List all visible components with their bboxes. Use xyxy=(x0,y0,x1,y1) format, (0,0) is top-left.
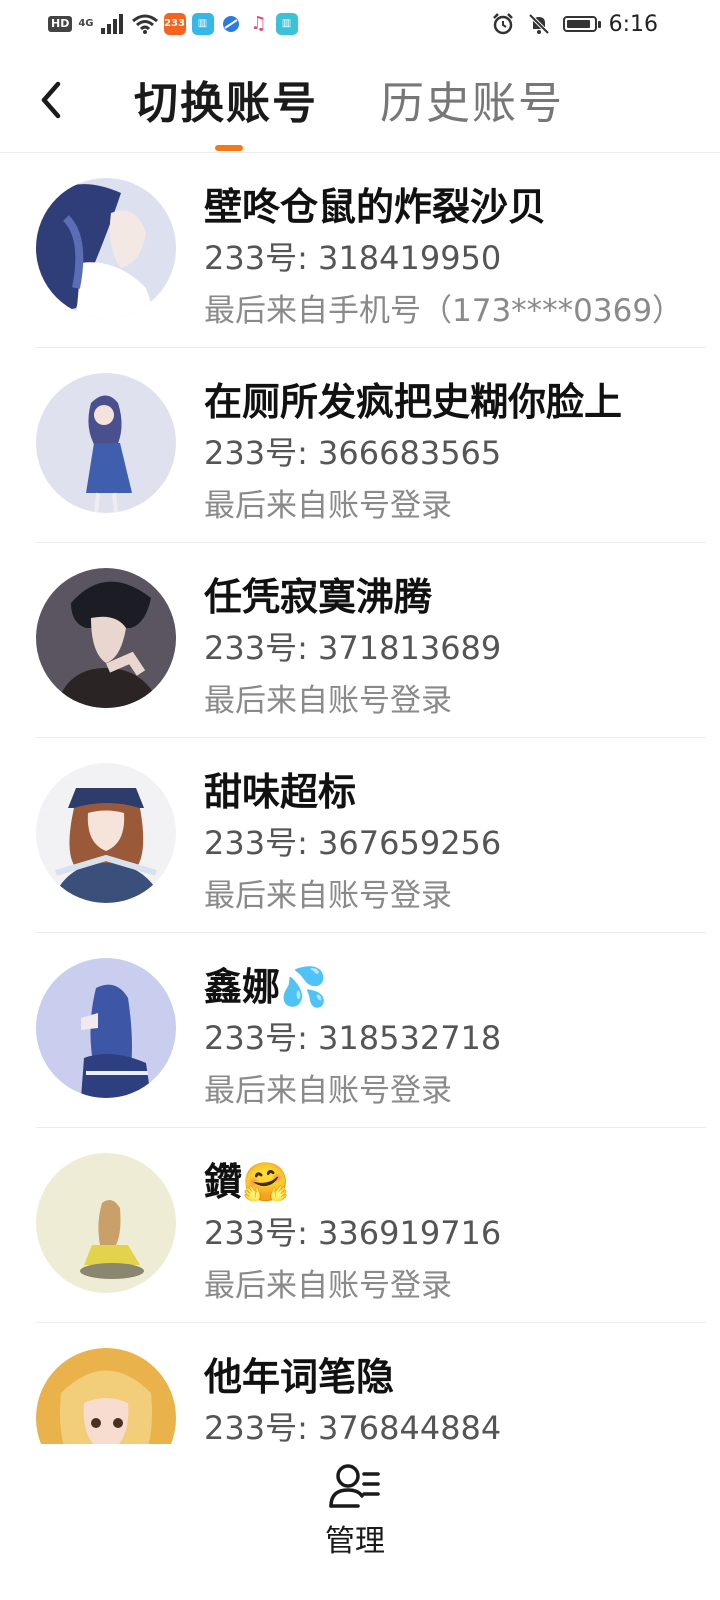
header: 切换账号 历史账号 xyxy=(0,60,720,152)
network-type: 4G xyxy=(78,18,94,29)
book-app-icon: ▥ xyxy=(191,13,214,35)
account-info: 鑽🤗 233号: 336919716 最后来自账号登录 xyxy=(204,1154,704,1312)
app-233-icon: 233 xyxy=(163,13,186,35)
account-row[interactable]: 他年词笔隐 233号: 376844884 xyxy=(0,1323,720,1444)
account-row[interactable]: 甜味超标 233号: 367659256 最后来自账号登录 xyxy=(0,738,720,933)
account-info: 任凭寂寞沸腾 233号: 371813689 最后来自账号登录 xyxy=(204,569,704,727)
signal-icon xyxy=(100,14,123,34)
account-login-source: 最后来自手机号（173****0369） xyxy=(204,293,684,329)
manage-button[interactable]: 管理 xyxy=(300,1462,410,1582)
tab-switch-account[interactable]: 切换账号 xyxy=(134,74,318,134)
user-manage-icon xyxy=(329,1464,380,1508)
account-id: 233号: 318419950 xyxy=(204,239,502,277)
account-info: 鑫娜💦 233号: 318532718 最后来自账号登录 xyxy=(204,959,704,1117)
reader-app-icon: ▥ xyxy=(275,13,298,35)
account-name: 鑫娜💦 xyxy=(204,965,328,1009)
account-id: 233号: 371813689 xyxy=(204,629,502,667)
account-row[interactable]: 任凭寂寞沸腾 233号: 371813689 最后来自账号登录 xyxy=(0,543,720,738)
mute-icon xyxy=(528,13,550,35)
account-id: 233号: 336919716 xyxy=(204,1214,502,1252)
avatar xyxy=(36,1153,176,1293)
manage-label: 管理 xyxy=(325,1524,385,1559)
active-tab-indicator xyxy=(215,145,243,151)
hd-icon: HD xyxy=(48,16,73,32)
account-id: 233号: 367659256 xyxy=(204,824,502,862)
account-info: 他年词笔隐 233号: 376844884 xyxy=(204,1349,704,1444)
status-bar: HD 4G 233 ▥ ♫ ▥ 6:16 xyxy=(0,0,720,48)
account-row[interactable]: 鑽🤗 233号: 336919716 最后来自账号登录 xyxy=(0,1128,720,1323)
music-app-icon: ♫ xyxy=(247,13,270,35)
status-bar-right: 6:16 xyxy=(491,10,658,38)
account-info: 甜味超标 233号: 367659256 最后来自账号登录 xyxy=(204,764,704,922)
account-id: 233号: 376844884 xyxy=(204,1409,502,1444)
battery-fill xyxy=(566,20,590,28)
avatar xyxy=(36,178,176,318)
browser-app-icon xyxy=(219,13,242,35)
account-info: 在厕所发疯把史糊你脸上 233号: 366683565 最后来自账号登录 xyxy=(204,374,704,532)
account-row[interactable]: 在厕所发疯把史糊你脸上 233号: 366683565 最后来自账号登录 xyxy=(0,348,720,543)
account-login-source: 最后来自账号登录 xyxy=(204,488,452,524)
account-login-source: 最后来自账号登录 xyxy=(204,683,452,719)
alarm-icon xyxy=(492,13,513,35)
account-row[interactable]: 鑫娜💦 233号: 318532718 最后来自账号登录 xyxy=(0,933,720,1128)
wifi-icon xyxy=(131,14,158,34)
avatar xyxy=(36,1348,176,1444)
chevron-left-icon xyxy=(41,81,61,119)
account-name: 在厕所发疯把史糊你脸上 xyxy=(204,380,623,424)
account-login-source: 最后来自账号登录 xyxy=(204,1073,452,1109)
back-button[interactable] xyxy=(30,74,74,126)
battery-icon xyxy=(562,16,601,32)
status-bar-left: HD 4G 233 ▥ ♫ ▥ xyxy=(48,10,298,38)
account-name: 他年词笔隐 xyxy=(204,1355,395,1399)
bottom-bar: 管理 xyxy=(0,1444,720,1600)
account-id: 233号: 366683565 xyxy=(204,434,502,472)
account-list[interactable]: 壁咚仓鼠的炸裂沙贝 233号: 318419950 最后来自手机号（173***… xyxy=(0,153,720,1444)
avatar xyxy=(36,763,176,903)
account-login-source: 最后来自账号登录 xyxy=(204,1268,452,1304)
tab-history-account[interactable]: 历史账号 xyxy=(380,74,564,134)
avatar xyxy=(36,568,176,708)
account-id: 233号: 318532718 xyxy=(204,1019,502,1057)
account-name: 甜味超标 xyxy=(204,770,357,814)
account-login-source: 最后来自账号登录 xyxy=(204,878,452,914)
account-name: 任凭寂寞沸腾 xyxy=(204,575,433,619)
clock: 6:16 xyxy=(608,11,658,37)
avatar xyxy=(36,373,176,513)
avatar xyxy=(36,958,176,1098)
account-name: 壁咚仓鼠的炸裂沙贝 xyxy=(204,185,547,229)
account-info: 壁咚仓鼠的炸裂沙贝 233号: 318419950 最后来自手机号（173***… xyxy=(204,179,704,337)
account-row[interactable]: 壁咚仓鼠的炸裂沙贝 233号: 318419950 最后来自手机号（173***… xyxy=(0,153,720,348)
account-name: 鑽🤗 xyxy=(204,1160,290,1204)
